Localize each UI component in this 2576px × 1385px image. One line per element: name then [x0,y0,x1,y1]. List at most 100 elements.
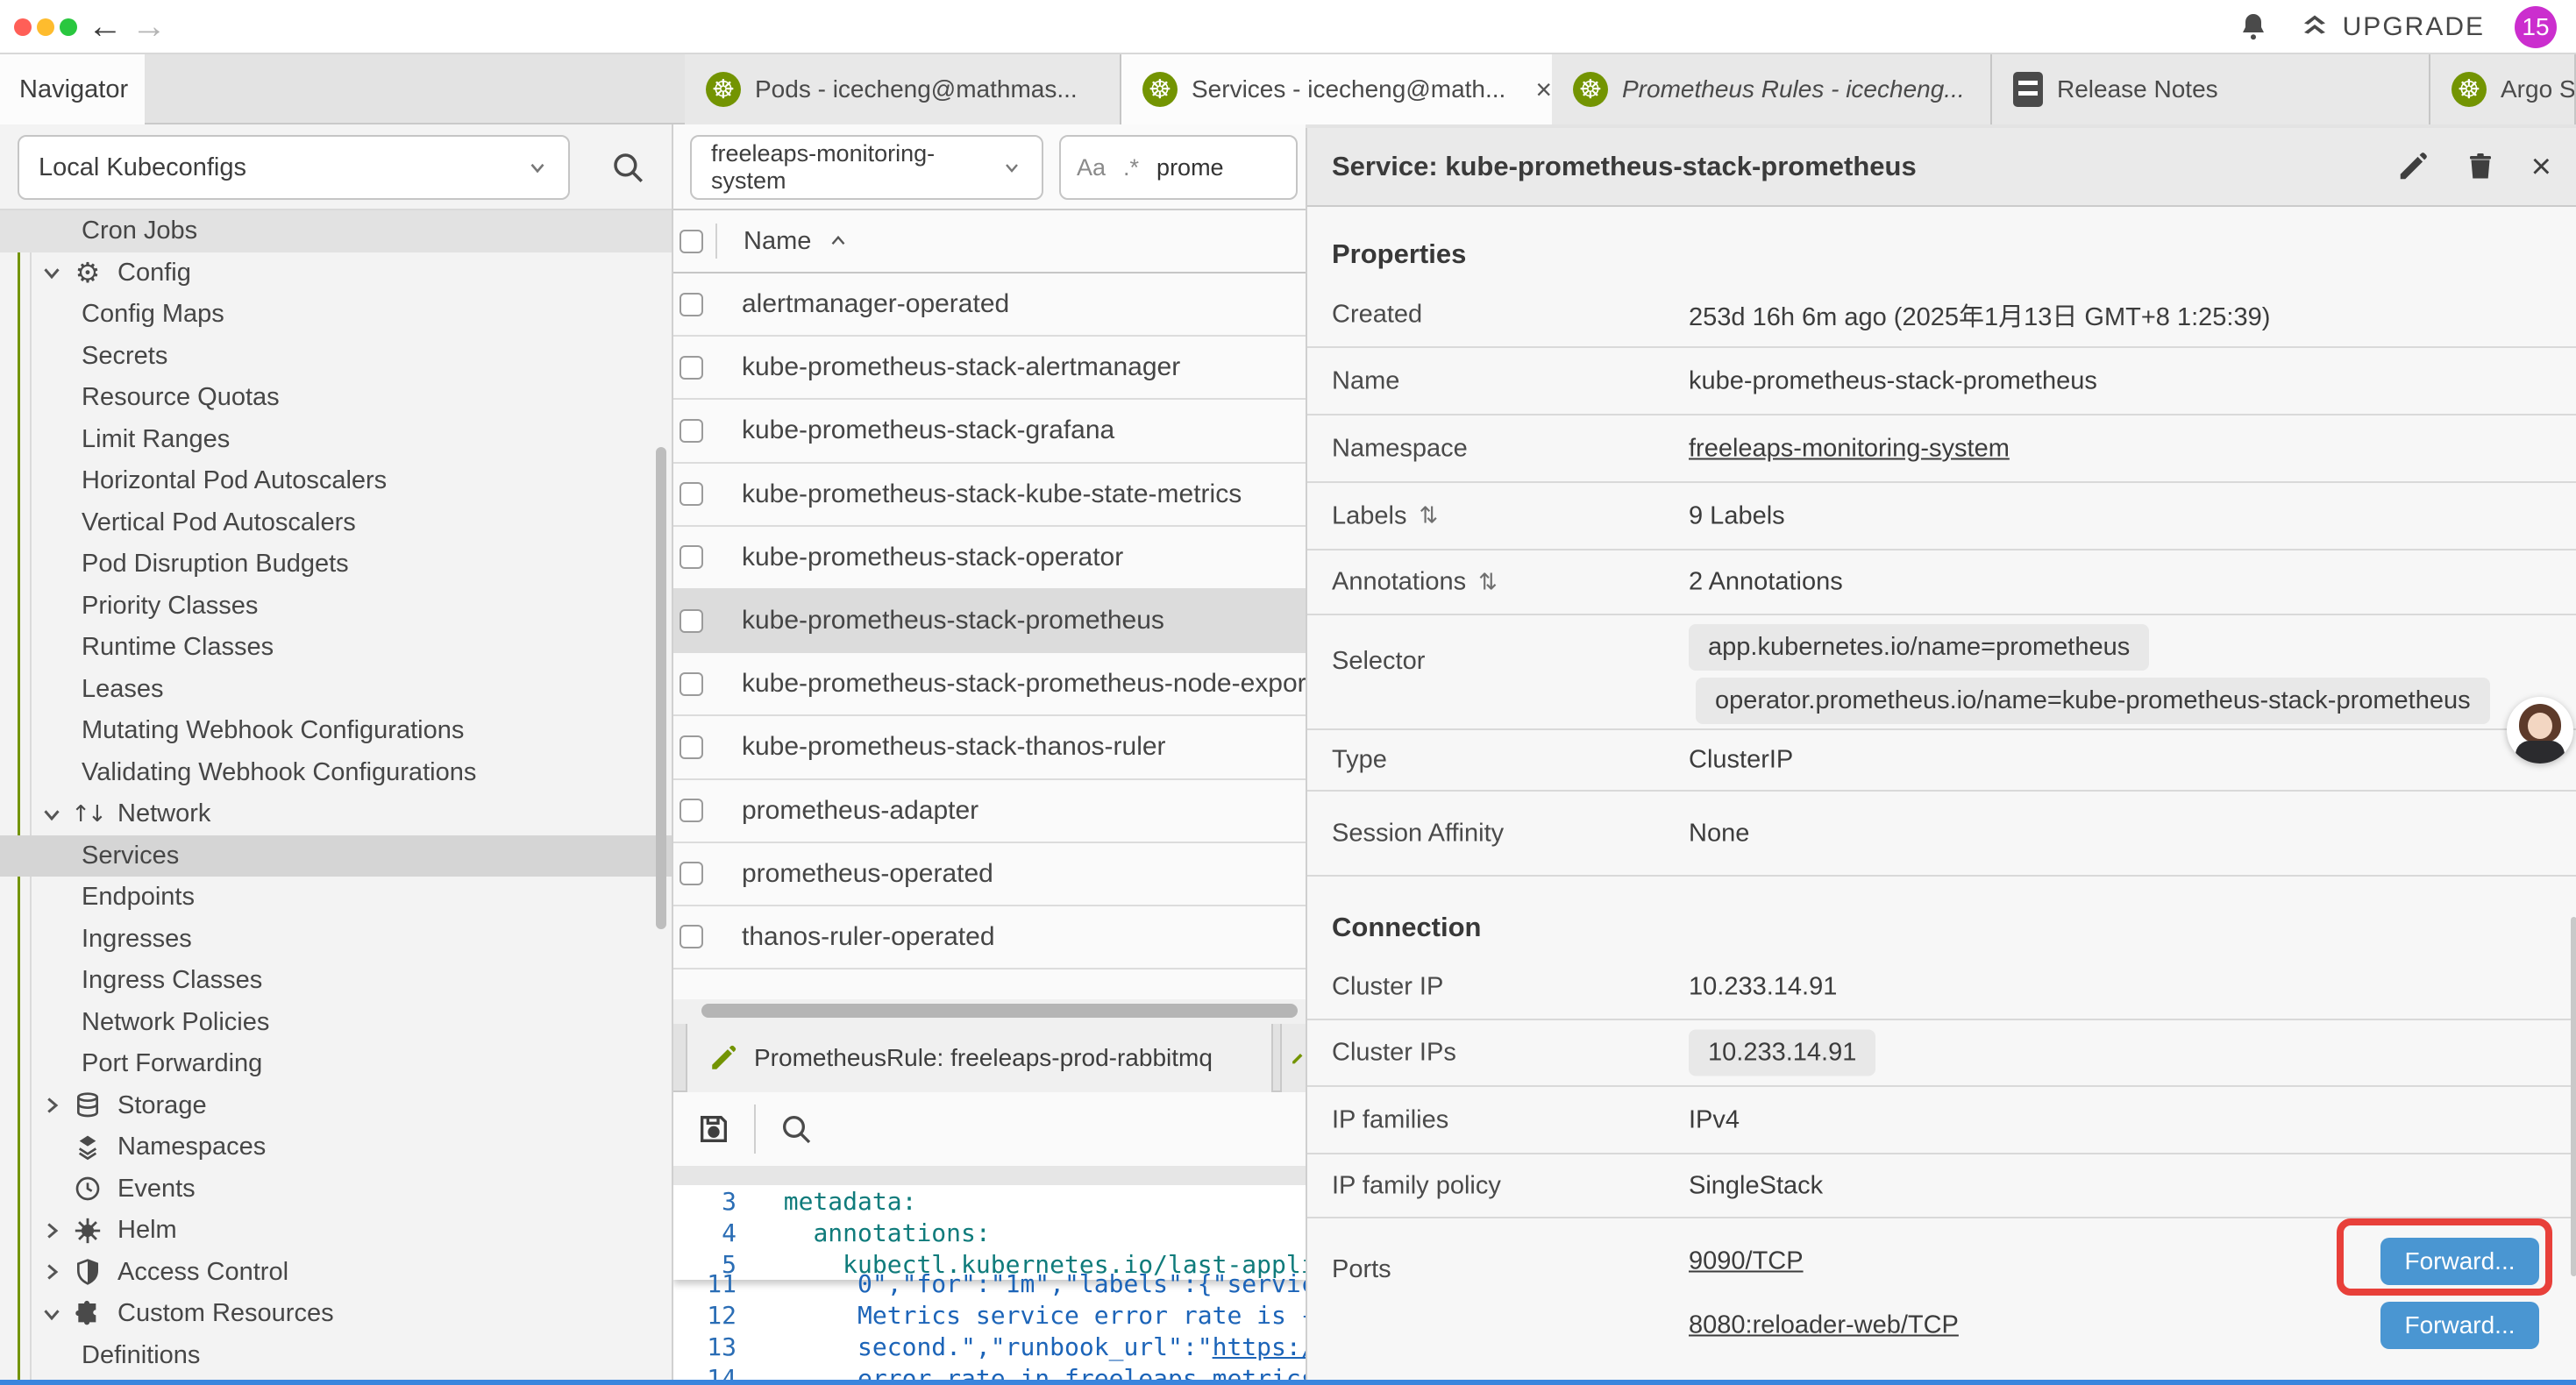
tab-release[interactable]: Release Notes [1992,54,2430,124]
sidebar-item-namespaces[interactable]: Namespaces [0,1126,672,1168]
chevron-down-icon[interactable] [39,801,68,827]
sidebar-item-vertical-pod-autoscalers[interactable]: Vertical Pod Autoscalers [0,502,672,544]
sidebar-item-priority-classes[interactable]: Priority Classes [0,586,672,628]
sidebar-item-resource-quotas[interactable]: Resource Quotas [0,377,672,419]
table-row[interactable]: kube-prometheus-stack-grafana [673,400,1306,463]
table-row[interactable]: kube-prometheus-stack-prometheus-node-ex… [673,653,1306,716]
chevron-right-icon[interactable] [39,1092,68,1119]
sidebar-item-mutating-webhook-configurations[interactable]: Mutating Webhook Configurations [0,710,672,752]
row-checkbox[interactable] [680,862,703,885]
chevron-right-icon[interactable] [39,1218,68,1244]
scrollbar-thumb[interactable] [701,1004,1298,1018]
back-arrow-icon[interactable]: ← [88,9,123,44]
table-row[interactable]: alertmanager-operated [673,273,1306,337]
table-row[interactable]: kube-prometheus-stack-operator [673,527,1306,590]
sidebar-item-horizontal-pod-autoscalers[interactable]: Horizontal Pod Autoscalers [0,460,672,502]
forward-arrow-icon[interactable]: → [132,9,167,44]
port-link[interactable]: 8080:reloader-web/TCP [1689,1311,1959,1340]
row-checkbox[interactable] [680,419,703,443]
sidebar-item-network-policies[interactable]: Network Policies [0,1002,672,1044]
sidebar-item-leases[interactable]: Leases [0,669,672,711]
sidebar-item-cron-jobs[interactable]: Cron Jobs [0,210,672,252]
row-checkbox[interactable] [680,609,703,633]
notifications-bell-icon[interactable] [2238,11,2269,44]
close-icon[interactable]: × [2531,152,2551,181]
table-row[interactable]: prometheus-adapter [673,780,1306,843]
row-checkbox[interactable] [680,799,703,822]
row-checkbox[interactable] [680,735,703,759]
search-input[interactable]: Aa .* prome [1059,135,1298,200]
sidebar-item-port-forwarding[interactable]: Port Forwarding [0,1043,672,1085]
table-row[interactable]: kube-prometheus-stack-prometheus [673,590,1306,653]
upgrade-button[interactable]: UPGRADE [2299,11,2485,43]
kubeconfig-selector[interactable]: Local Kubeconfigs [18,135,570,200]
forward-button[interactable]: Forward... [2380,1302,2539,1349]
sidebar-item-storage[interactable]: Storage [0,1085,672,1127]
namespace-filter-dropdown[interactable]: freeleaps-monitoring-system [690,135,1043,200]
table-row[interactable]: kube-prometheus-stack-alertmanager [673,337,1306,400]
detail-panel-scrollbar[interactable] [2571,917,2576,1276]
sidebar-item-limit-ranges[interactable]: Limit Ranges [0,419,672,461]
sidebar-item-pod-disruption-budgets[interactable]: Pod Disruption Budgets [0,543,672,586]
sidebar-search-icon[interactable] [609,149,646,186]
sidebar-item-services[interactable]: Services [0,835,672,877]
sidebar-item-config[interactable]: ⚙Config [0,252,672,295]
row-checkbox[interactable] [680,293,703,316]
upgrade-label: UPGRADE [2343,12,2485,42]
close-window-button[interactable] [14,18,32,36]
table-row[interactable]: kube-prometheus-stack-kube-state-metrics [673,464,1306,527]
sidebar-item-ingresses[interactable]: Ingresses [0,919,672,961]
delete-trash-icon[interactable] [2465,150,2496,183]
row-checkbox[interactable] [680,545,703,569]
sidebar-item-helm[interactable]: Helm [0,1210,672,1252]
chevron-right-icon[interactable] [39,1259,68,1285]
row-checkbox[interactable] [680,672,703,696]
edit-icon[interactable] [2396,150,2430,183]
row-checkbox[interactable] [680,925,703,948]
sidebar-item-runtime-classes[interactable]: Runtime Classes [0,627,672,669]
select-all-checkbox[interactable] [680,230,703,253]
table-header[interactable]: Name [673,210,1306,273]
editor-tab-prometheusrule[interactable]: PrometheusRule: freeleaps-prod-rabbitmq [686,1024,1273,1092]
port-link[interactable]: 9090/TCP [1689,1247,1804,1276]
sidebar-item-config-maps[interactable]: Config Maps [0,294,672,336]
sidebar-item-endpoints[interactable]: Endpoints [0,877,672,919]
tab-services[interactable]: ☸Services - icecheng@math...× [1121,54,1552,124]
tab-close-icon[interactable]: × [1535,74,1552,106]
maximize-window-button[interactable] [60,18,77,36]
table-row[interactable]: thanos-ruler-operated [673,906,1306,970]
table-row[interactable]: kube-prometheus-stack-thanos-ruler [673,716,1306,779]
sidebar-item-custom-resources[interactable]: Custom Resources [0,1293,672,1335]
user-avatar[interactable] [2507,697,2573,764]
match-case-toggle[interactable]: Aa [1077,154,1106,181]
sidebar-item-validating-webhook-configurations[interactable]: Validating Webhook Configurations [0,752,672,794]
table-horizontal-scrollbar[interactable] [673,999,1306,1024]
name-column-header[interactable]: Name [744,227,811,256]
editor-search-icon[interactable] [779,1112,814,1147]
chevron-down-icon[interactable] [39,259,68,286]
sidebar-item-events[interactable]: Events [0,1168,672,1211]
table-row[interactable]: prometheus-operated [673,843,1306,906]
sort-toggle-icon[interactable]: ⇅ [1478,569,1498,595]
minimize-window-button[interactable] [37,18,54,36]
sidebar-item-secrets[interactable]: Secrets [0,336,672,378]
field-value-namespace[interactable]: freeleaps-monitoring-system [1689,434,2010,463]
sidebar-item-network[interactable]: ↑↓Network [0,793,672,835]
chevron-down-icon[interactable] [39,1301,68,1327]
regex-toggle[interactable]: .* [1123,154,1139,181]
notification-count-badge[interactable]: 15 [2515,6,2557,48]
sidebar-item-ingress-classes[interactable]: Ingress Classes [0,960,672,1002]
sidebar-scrollbar[interactable] [656,447,666,929]
sort-toggle-icon[interactable]: ⇅ [1419,503,1438,529]
row-checkbox[interactable] [680,482,703,506]
editor-tab-partial[interactable] [1280,1024,1306,1092]
yaml-editor[interactable]: 3 metadata:4 annotations:5 kubectl.kuber… [673,1185,1306,1380]
save-icon[interactable] [696,1112,731,1147]
tab-argo[interactable]: ☸Argo Se [2430,54,2576,124]
sidebar-item-access-control[interactable]: Access Control [0,1252,672,1294]
row-checkbox[interactable] [680,356,703,380]
tab-pods[interactable]: ☸Pods - icecheng@mathmas... [685,54,1121,124]
tab-prometheus[interactable]: ☸Prometheus Rules - icecheng... [1552,54,1992,124]
sidebar-item-definitions[interactable]: Definitions [0,1335,672,1377]
navigator-panel-tab[interactable]: Navigator [0,54,145,124]
